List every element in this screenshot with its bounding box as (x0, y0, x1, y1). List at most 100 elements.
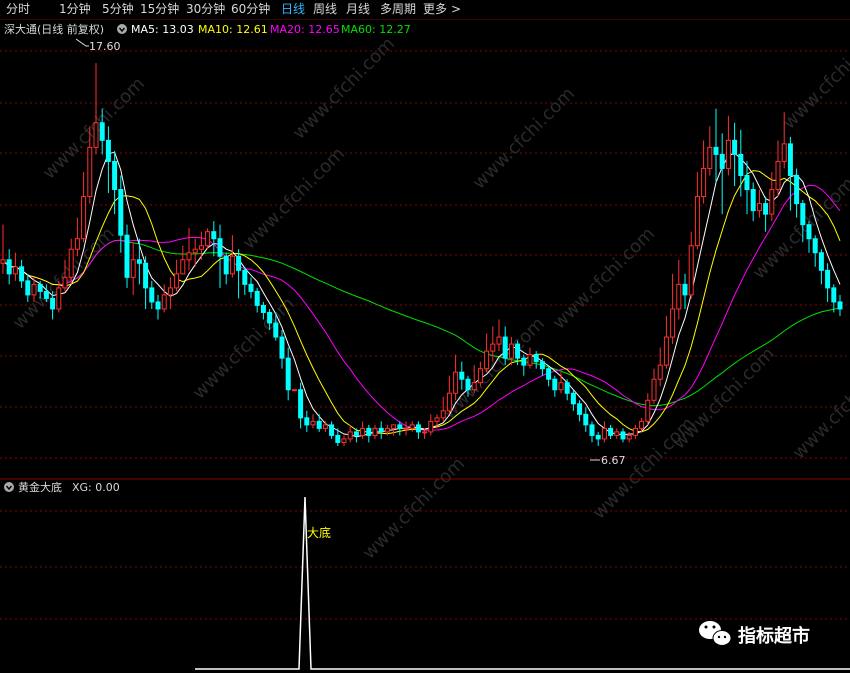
candle (316, 414, 322, 432)
candle (180, 245, 186, 275)
low-price-label: 6.67 (601, 454, 626, 467)
indicator-title: 黄金大底 (18, 480, 62, 494)
candle (626, 431, 632, 443)
candle-body (614, 431, 620, 436)
candle (645, 393, 651, 425)
candle-body (583, 413, 589, 426)
candle-body (37, 283, 43, 292)
candle-body (428, 420, 434, 433)
candle-body (248, 283, 254, 292)
candle (756, 189, 762, 218)
watermark-layer: www.cfchi.comwww.cfchi.comwww.cfchi.comw… (9, 23, 850, 563)
candle-body (471, 382, 477, 391)
candle-body (756, 203, 762, 212)
candle-body (174, 273, 180, 289)
candle-body (236, 255, 242, 271)
candle-body (0, 259, 6, 264)
candle (719, 133, 725, 215)
candle (453, 354, 459, 401)
candle (198, 231, 204, 260)
watermark-text: www.cfchi.com (549, 223, 659, 333)
candle-body (155, 301, 161, 310)
candle-body (242, 269, 248, 285)
indicator-toggle-icon[interactable] (4, 482, 14, 492)
candle (279, 330, 285, 369)
candle-body (316, 420, 322, 429)
candle-body (676, 283, 682, 310)
ma10-legend: MA10: 12.61 (198, 23, 268, 36)
candle-body (360, 427, 366, 436)
candle-body (732, 139, 738, 155)
candle-body (564, 382, 570, 394)
candle-body (589, 424, 595, 436)
candle-body (831, 287, 837, 303)
candle-body (118, 189, 124, 236)
candle-body (143, 262, 149, 289)
candle-body (192, 248, 198, 254)
candle-body (688, 245, 694, 296)
candle-body (124, 234, 130, 278)
candle-body (490, 343, 496, 352)
candle (205, 228, 211, 250)
candle-body (608, 427, 614, 436)
high-price-label: 17.60 (89, 40, 121, 53)
candle (632, 424, 638, 439)
candle-body (87, 146, 93, 198)
candle (211, 221, 217, 257)
candle (291, 389, 297, 392)
high-marker-line (75, 38, 89, 47)
candle-body (285, 357, 291, 391)
candle-body (384, 427, 390, 433)
settings-toggle-icon[interactable] (117, 24, 127, 34)
candle (794, 168, 800, 218)
candle-body (366, 427, 372, 436)
candle (533, 351, 539, 369)
candle (601, 421, 607, 443)
candle (130, 242, 136, 295)
candle-body (291, 389, 297, 392)
candle-body (62, 276, 68, 289)
candle (570, 389, 576, 411)
candle-body (112, 160, 118, 191)
candle (229, 235, 235, 278)
wechat-badge: 指标超市 (699, 621, 810, 647)
candle-body (502, 336, 508, 359)
candle-body (818, 252, 824, 271)
candle-body (31, 283, 37, 296)
candle (186, 228, 192, 271)
candle-body (539, 361, 545, 370)
candle-body (725, 139, 731, 169)
candle (484, 333, 490, 373)
candle-body (378, 427, 384, 433)
candle-body (403, 427, 409, 430)
candle (68, 238, 74, 285)
candle-body (558, 382, 564, 391)
candle-body (229, 255, 235, 275)
candle-body (521, 357, 527, 366)
candle-body (639, 420, 645, 429)
candle-body (347, 431, 353, 440)
candle-body (787, 143, 793, 176)
candle-body (149, 287, 155, 303)
candle-body (744, 174, 750, 191)
candle-body (260, 304, 266, 313)
candle (329, 421, 335, 439)
candle (304, 410, 310, 432)
candle (831, 284, 837, 313)
candle (124, 224, 130, 288)
candle-body (657, 364, 663, 380)
candle-body (130, 259, 136, 278)
candle (775, 140, 781, 197)
candle (670, 273, 676, 345)
candle-body (707, 146, 713, 169)
candle-body (651, 378, 657, 401)
kline-chart: www.cfchi.comwww.cfchi.comwww.cfchi.comw… (0, 22, 850, 670)
candle (577, 400, 583, 422)
candle-body (719, 153, 725, 169)
candle-body (25, 280, 31, 296)
candle-body (310, 420, 316, 426)
candle (663, 315, 669, 369)
watermark-text: www.cfchi.com (789, 353, 850, 463)
candle-body (440, 410, 446, 419)
watermark-text: www.cfchi.com (779, 23, 850, 133)
